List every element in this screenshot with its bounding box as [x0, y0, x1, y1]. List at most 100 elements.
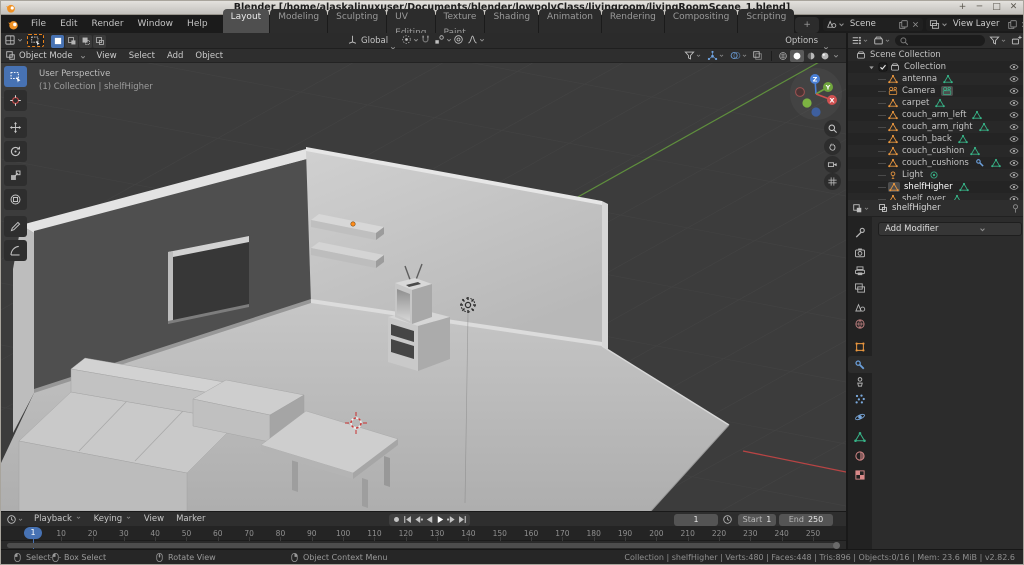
outliner-filter-icon[interactable]	[989, 35, 1007, 46]
tool-select-box[interactable]	[4, 66, 27, 87]
properties-tab-world[interactable]	[848, 315, 872, 332]
pivot-point-button[interactable]	[401, 34, 420, 45]
timeline-menu-playback[interactable]: Playback	[28, 514, 88, 524]
shading-solid-icon[interactable]	[790, 50, 804, 62]
properties-tab-scene[interactable]	[848, 299, 872, 316]
tool-transform[interactable]	[4, 189, 27, 210]
select-mode-tweak[interactable]	[51, 35, 64, 48]
viewport-menu-view[interactable]: View	[91, 49, 123, 63]
menu-edit[interactable]: Edit	[53, 15, 84, 33]
window-menu-button[interactable]: +	[957, 1, 968, 14]
frame-end-field[interactable]: End250	[779, 514, 833, 526]
outliner-filter-mode-button[interactable]	[873, 35, 891, 46]
pin-icon[interactable]	[1010, 203, 1021, 214]
active-tool-box-select[interactable]	[27, 34, 44, 47]
zoom-button[interactable]	[824, 120, 841, 137]
orientation-dropdown[interactable]: Global	[361, 36, 388, 46]
blender-app-icon[interactable]	[7, 18, 20, 31]
outliner-row-scene-collection[interactable]: Scene Collection	[848, 49, 1024, 61]
current-frame-field[interactable]: 1	[674, 514, 718, 526]
scene-selector[interactable]: Scene	[823, 18, 923, 31]
shading-rendered-icon[interactable]	[818, 50, 832, 62]
outliner-row-couch_arm_right[interactable]: couch_arm_right	[848, 121, 1024, 133]
next-keyframe-button[interactable]	[446, 514, 457, 526]
proportional-editing-icon[interactable]	[453, 34, 464, 45]
menu-help[interactable]: Help	[180, 15, 215, 33]
jump-end-button[interactable]	[457, 514, 468, 526]
properties-tab-texture[interactable]	[848, 466, 872, 483]
options-dropdown[interactable]: Options	[785, 36, 818, 46]
maximize-button[interactable]: □	[991, 1, 1002, 14]
add-workspace-button[interactable]: +	[795, 17, 819, 33]
scene-canvas[interactable]	[1, 63, 846, 511]
add-modifier-dropdown[interactable]: Add Modifier	[878, 222, 1022, 236]
timeline-menu-marker[interactable]: Marker	[170, 514, 211, 524]
tool-measure[interactable]	[4, 240, 27, 261]
tool-scale[interactable]	[4, 165, 27, 186]
select-mode-extend[interactable]	[65, 35, 78, 48]
outliner-row-carpet[interactable]: carpet	[848, 97, 1024, 109]
camera-view-button[interactable]	[824, 156, 841, 173]
auto-keying-icon[interactable]	[722, 514, 733, 525]
mode-dropdown[interactable]: Object Mode	[16, 49, 79, 63]
outliner-row-couch_arm_left[interactable]: couch_arm_left	[848, 109, 1024, 121]
menu-file[interactable]: File	[24, 15, 53, 33]
overlays-toggle-icon[interactable]	[730, 50, 748, 61]
outliner-row-shelfhigher[interactable]: shelfHigher	[848, 181, 1024, 193]
outliner-row-camera[interactable]: Camera	[848, 85, 1024, 97]
outliner-row-shelf_over[interactable]: shelf_over	[848, 193, 1024, 200]
toggle-ortho-button[interactable]	[824, 173, 841, 190]
properties-tab-object[interactable]	[848, 338, 872, 355]
menu-render[interactable]: Render	[85, 15, 131, 33]
shading-wireframe-icon[interactable]	[776, 50, 790, 62]
properties-tab-output[interactable]	[848, 262, 872, 279]
timeline-menu-keying[interactable]: Keying	[88, 514, 138, 524]
tool-rotate[interactable]	[4, 141, 27, 162]
gizmos-toggle-icon[interactable]	[707, 50, 725, 61]
record-button[interactable]	[391, 514, 402, 526]
outliner-row-couch_back[interactable]: couch_back	[848, 133, 1024, 145]
properties-tab-particles[interactable]	[848, 390, 872, 407]
outliner-row-couch_cushion[interactable]: couch_cushion	[848, 145, 1024, 157]
expand-icon[interactable]	[867, 63, 876, 72]
properties-tab-modifiers[interactable]	[848, 356, 872, 373]
jump-start-button[interactable]	[402, 514, 413, 526]
tool-move[interactable]	[4, 117, 27, 138]
viewport-menu-add[interactable]: Add	[161, 49, 189, 63]
navigation-gizmo[interactable]: Z Y X	[787, 65, 846, 125]
prev-keyframe-button[interactable]	[413, 514, 424, 526]
outliner-row-antenna[interactable]: antenna	[848, 73, 1024, 85]
shading-material-icon[interactable]	[804, 50, 818, 62]
play-button[interactable]	[435, 514, 446, 526]
minimize-button[interactable]: ─	[974, 1, 985, 14]
timeline-menu-view[interactable]: View	[138, 514, 170, 524]
falloff-curve-button[interactable]	[467, 34, 486, 45]
viewport-menu-select[interactable]: Select	[123, 49, 161, 63]
tool-cursor[interactable]	[4, 90, 27, 111]
xray-toggle-icon[interactable]	[752, 50, 763, 61]
outliner-display-mode-button[interactable]	[851, 35, 869, 46]
editor-type-button[interactable]	[4, 34, 24, 46]
play-reverse-button[interactable]	[424, 514, 435, 526]
properties-tab-constraints[interactable]	[848, 373, 872, 390]
remove-view-layer-icon[interactable]	[1020, 20, 1024, 29]
close-button[interactable]: ✕	[1008, 1, 1019, 14]
properties-editor-icon[interactable]	[852, 203, 870, 214]
filter-dropdown-icon[interactable]	[684, 50, 702, 61]
properties-tab-tool[interactable]	[848, 224, 872, 241]
timeline-editor-type-button[interactable]	[6, 514, 24, 525]
timeline-scrollbar[interactable]	[7, 543, 839, 548]
menu-window[interactable]: Window	[131, 15, 181, 33]
frame-start-field[interactable]: Start1	[738, 514, 776, 526]
outliner-row-collection[interactable]: Collection	[848, 61, 1024, 73]
tool-annotate[interactable]	[4, 216, 27, 237]
new-view-layer-icon[interactable]	[1007, 19, 1018, 30]
snap-target-button[interactable]	[434, 34, 453, 45]
collection-checkbox[interactable]	[878, 62, 888, 72]
properties-tab-material[interactable]	[848, 447, 872, 464]
properties-tab-view-layer[interactable]	[848, 279, 872, 296]
unlink-scene-icon[interactable]	[911, 20, 920, 29]
current-frame-indicator[interactable]: 1	[24, 527, 42, 539]
3d-viewport[interactable]: User Perspective (1) Collection | shelfH…	[1, 63, 846, 511]
viewport-menu-object[interactable]: Object	[189, 49, 229, 63]
